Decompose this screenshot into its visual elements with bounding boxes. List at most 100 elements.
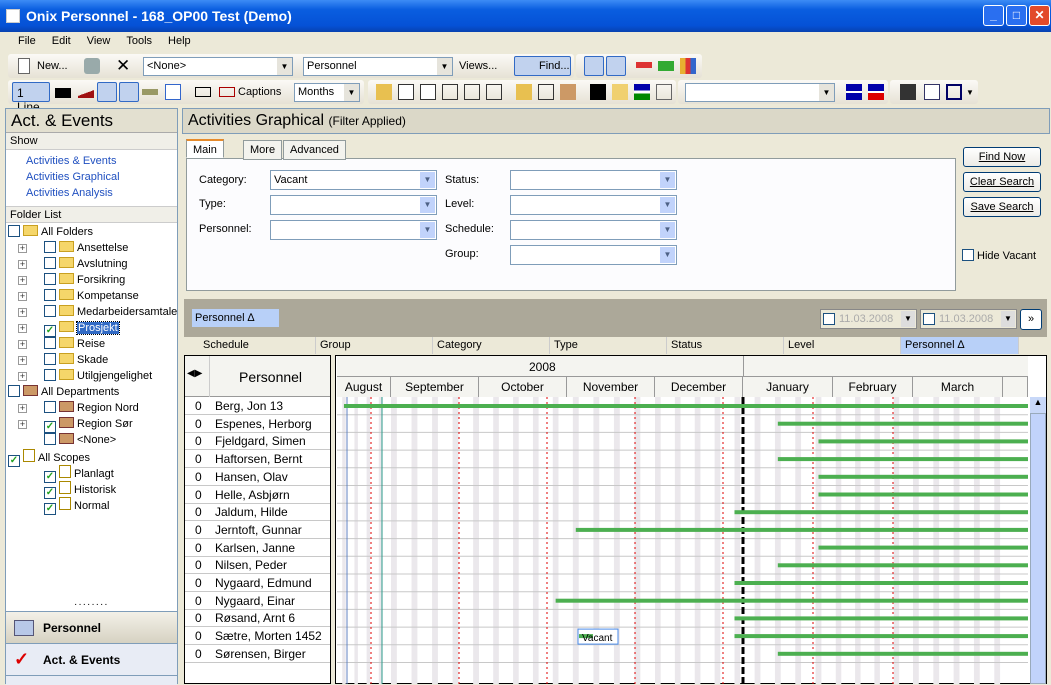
personnel-row[interactable]: 0 Jerntoft, Gunnar: [185, 521, 330, 539]
nav-act-events[interactable]: ✓ Act. & Events: [6, 643, 177, 675]
menu-tools[interactable]: Tools: [126, 35, 152, 47]
date-from-picker[interactable]: 11.03.2008 ▼: [820, 309, 917, 329]
bar-style-2-icon[interactable]: [119, 82, 139, 102]
folder-item[interactable]: All Folders: [8, 225, 93, 241]
split-icon[interactable]: [846, 84, 862, 100]
link-activities-graphical[interactable]: Activities Graphical: [6, 170, 177, 186]
personnel-row[interactable]: 0 Nilsen, Peder: [185, 556, 330, 575]
link-activities-analysis[interactable]: Activities Analysis: [6, 186, 177, 202]
folder-checkbox[interactable]: [44, 273, 56, 285]
personnel-row[interactable]: 0 Røsand, Arnt 6: [185, 609, 330, 628]
expand-icon[interactable]: +: [18, 372, 27, 381]
group-select[interactable]: ▼: [510, 245, 677, 265]
hide-vacant-checkbox[interactable]: Hide Vacant: [962, 249, 1036, 262]
help-person-icon[interactable]: [900, 84, 916, 100]
pane-splitter[interactable]: [330, 355, 336, 684]
personnel-row[interactable]: 0 Nygaard, Edmund: [185, 574, 330, 592]
folder-item[interactable]: + ✓ Region Sør: [18, 417, 133, 433]
folder-checkbox[interactable]: [44, 369, 56, 381]
copy-icon[interactable]: [442, 84, 458, 100]
folder-checkbox[interactable]: [8, 385, 20, 397]
column-header[interactable]: Type: [550, 337, 667, 354]
folder-item[interactable]: + Medarbeidersamtale: [18, 305, 177, 321]
numbered-copy-icon[interactable]: [486, 84, 502, 100]
tab-more[interactable]: More: [243, 140, 283, 160]
schedule-select[interactable]: ▼: [510, 220, 677, 240]
column-header[interactable]: Schedule: [185, 337, 316, 354]
captions-button[interactable]: Captions: [238, 86, 281, 98]
checklist-icon[interactable]: [516, 84, 532, 100]
nav-personnel[interactable]: Personnel: [6, 611, 177, 643]
folder-item[interactable]: ✓ Historisk: [18, 481, 116, 499]
folder-checkbox[interactable]: [44, 337, 56, 349]
add-line-icon[interactable]: [658, 61, 674, 71]
menu-file[interactable]: File: [18, 35, 36, 47]
folder-checkbox[interactable]: [44, 305, 56, 317]
expand-collapse-icon[interactable]: ◀▶: [187, 368, 202, 379]
column-header[interactable]: Category: [433, 337, 550, 354]
minimize-button[interactable]: _: [983, 5, 1004, 26]
assign-icon[interactable]: [612, 84, 628, 100]
expand-icon[interactable]: +: [18, 324, 27, 333]
people-icon[interactable]: [560, 84, 576, 100]
find-now-button[interactable]: Find Now: [963, 147, 1041, 167]
column-header[interactable]: Personnel ∆: [901, 337, 1019, 354]
expand-icon[interactable]: +: [18, 292, 27, 301]
personnel-row[interactable]: 0 Helle, Asbjørn: [185, 486, 330, 504]
report-icon[interactable]: [656, 84, 672, 100]
menu-view[interactable]: View: [87, 35, 111, 47]
status-select[interactable]: ▼: [510, 170, 677, 190]
expand-icon[interactable]: +: [18, 420, 27, 429]
list-icon[interactable]: [165, 84, 181, 100]
column-header[interactable]: Status: [667, 337, 784, 354]
folder-item[interactable]: All Departments: [8, 385, 119, 401]
folder-checkbox[interactable]: [44, 289, 56, 301]
extra-select[interactable]: ▼: [685, 83, 835, 102]
a-plus-b-icon[interactable]: [195, 87, 211, 97]
folder-checkbox[interactable]: [44, 353, 56, 365]
expand-icon[interactable]: +: [18, 276, 27, 285]
menu-help[interactable]: Help: [168, 35, 191, 47]
delete-item-icon[interactable]: [464, 84, 480, 100]
tab-advanced[interactable]: Advanced: [283, 140, 346, 160]
new-button[interactable]: New...: [37, 60, 68, 72]
date-to-picker[interactable]: 11.03.2008 ▼: [920, 309, 1017, 329]
captions-icon[interactable]: [219, 87, 235, 97]
folder-item[interactable]: <None>: [18, 433, 116, 449]
personnel-row[interactable]: 0 Hansen, Olav: [185, 468, 330, 486]
form-red-icon[interactable]: [420, 84, 436, 100]
expand-icon[interactable]: +: [18, 340, 27, 349]
scale-select[interactable]: Months ▼: [294, 83, 360, 102]
personnel-row[interactable]: 0 Berg, Jon 13: [185, 397, 330, 415]
more-dates-button[interactable]: »: [1020, 309, 1042, 330]
delete-icon[interactable]: ✕: [116, 56, 130, 76]
reading-pane-icon[interactable]: [584, 56, 604, 76]
column-header[interactable]: Group: [316, 337, 433, 354]
folder-item[interactable]: + ✓ Prosjekt: [18, 321, 120, 337]
folder-item[interactable]: + Kompetanse: [18, 289, 139, 305]
chart-icon[interactable]: [680, 58, 696, 74]
expand-icon[interactable]: +: [18, 244, 27, 253]
module-select[interactable]: Personnel ▼: [303, 57, 453, 76]
expand-icon[interactable]: +: [18, 356, 27, 365]
folder-item[interactable]: + Avslutning: [18, 257, 128, 273]
folder-checkbox[interactable]: [44, 401, 56, 413]
splitter-handle[interactable]: ········: [74, 599, 109, 610]
folder-checkbox[interactable]: ✓: [44, 503, 56, 515]
personnel-row[interactable]: 0 Sætre, Morten 1452: [185, 627, 330, 646]
folder-item[interactable]: + Ansettelse: [18, 241, 128, 257]
split-red-icon[interactable]: [868, 84, 884, 100]
expand-icon[interactable]: +: [18, 260, 27, 269]
one-line-button[interactable]: 1 Line: [12, 82, 50, 114]
merge-icon[interactable]: [634, 84, 650, 100]
column-header[interactable]: Level: [784, 337, 901, 354]
preview-icon[interactable]: [606, 56, 626, 76]
ramp-icon[interactable]: [78, 88, 94, 98]
close-button[interactable]: ✕: [1029, 5, 1050, 26]
toolbar-overflow-icon[interactable]: ▼: [966, 88, 974, 97]
folder-item[interactable]: + Forsikring: [18, 273, 125, 289]
views-button[interactable]: Views...: [459, 60, 497, 72]
category-select[interactable]: Vacant ▼: [270, 170, 437, 190]
folder-checkbox[interactable]: [44, 241, 56, 253]
view-filter-select[interactable]: <None> ▼: [143, 57, 293, 76]
